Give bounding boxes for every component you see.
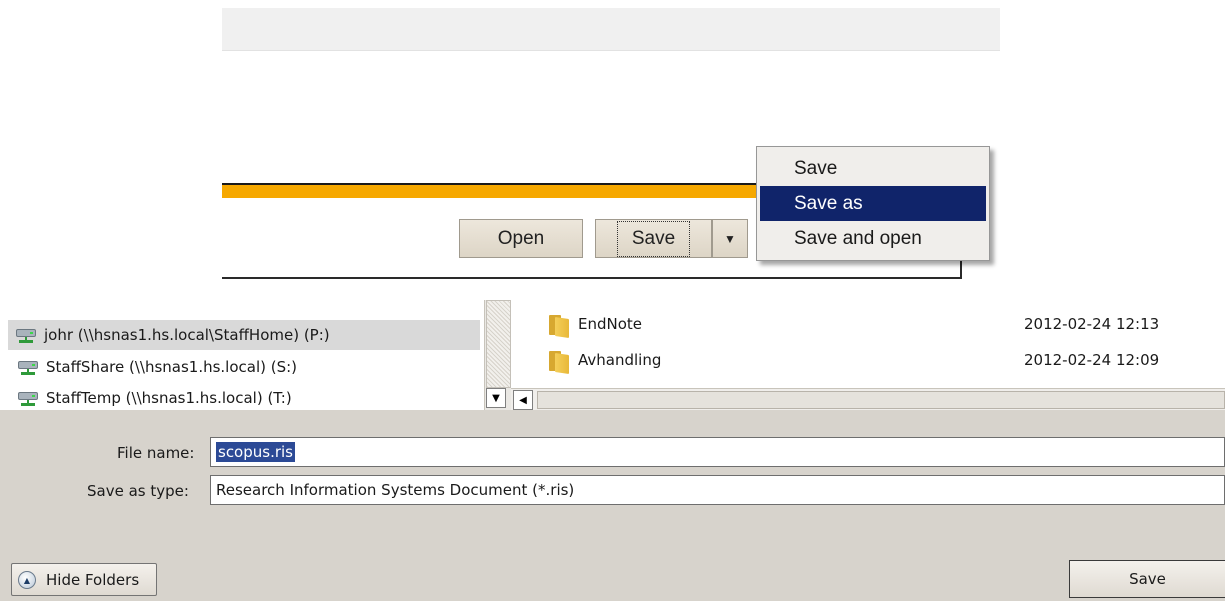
scroll-left-button[interactable]: ◀	[513, 390, 533, 410]
file-date: 2012-02-24 12:09	[1024, 351, 1160, 369]
open-button[interactable]: Open	[459, 219, 583, 258]
toolbar-strip	[222, 8, 1000, 51]
dialog-save-button[interactable]: Save	[1069, 560, 1225, 598]
menu-item-save[interactable]: Save	[760, 151, 986, 186]
nav-item-stafftemp-drive[interactable]: StaffTemp (\\hsnas1.hs.local) (T:)	[10, 383, 482, 410]
nav-item-label: StaffTemp (\\hsnas1.hs.local) (T:)	[46, 389, 292, 407]
arrow-left-icon: ◀	[519, 394, 527, 406]
panel-divider-vertical	[960, 258, 962, 279]
save-options-menu: Save Save as Save and open	[756, 146, 990, 261]
scrollbar-thumb[interactable]	[486, 300, 511, 388]
file-name: Avhandling	[578, 351, 662, 369]
file-name-value: scopus.ris	[216, 442, 295, 462]
nav-item-staffshare-drive[interactable]: StaffShare (\\hsnas1.hs.local) (S:)	[10, 352, 482, 382]
folder-icon	[547, 351, 569, 374]
chevron-down-icon: ▼	[724, 231, 736, 246]
menu-item-label: Save and open	[794, 227, 922, 249]
save-as-dialog: johr (\\hsnas1.hs.local\StaffHome) (P:) …	[0, 300, 1225, 601]
folder-icon	[547, 315, 569, 338]
navigation-pane: johr (\\hsnas1.hs.local\StaffHome) (P:) …	[0, 300, 484, 410]
menu-item-label: Save as	[794, 192, 863, 214]
dialog-save-label: Save	[1129, 570, 1166, 588]
nav-item-label: StaffShare (\\hsnas1.hs.local) (S:)	[46, 358, 298, 376]
file-name: EndNote	[578, 315, 643, 333]
open-button-label: Open	[497, 227, 545, 249]
horizontal-scrollbar[interactable]: ◀	[511, 388, 1225, 410]
file-date: 2012-02-24 12:13	[1024, 315, 1160, 333]
save-dropdown-button[interactable]: ▼	[712, 219, 748, 258]
dialog-form: File name: scopus.ris Save as type: Rese…	[0, 410, 1225, 601]
hide-folders-label: Hide Folders	[46, 570, 140, 589]
nav-item-label: johr (\\hsnas1.hs.local\StaffHome) (P:)	[44, 326, 330, 344]
file-name-input[interactable]: scopus.ris	[210, 437, 1225, 467]
nav-item-johr-drive[interactable]: johr (\\hsnas1.hs.local\StaffHome) (P:)	[8, 320, 480, 350]
hide-folders-button[interactable]: ▲ Hide Folders	[11, 563, 157, 596]
file-name-label: File name:	[117, 444, 195, 462]
save-as-type-label: Save as type:	[87, 482, 189, 500]
chevron-up-icon: ▲	[18, 571, 36, 589]
scrollbar-thumb[interactable]	[537, 391, 1225, 409]
save-button[interactable]: Save	[595, 219, 712, 258]
menu-item-save-and-open[interactable]: Save and open	[760, 221, 986, 256]
arrow-down-icon: ▼	[492, 392, 500, 404]
network-drive-icon	[18, 359, 38, 375]
save-as-type-select[interactable]: Research Information Systems Document (*…	[210, 475, 1225, 505]
menu-item-label: Save	[794, 157, 838, 179]
menu-item-save-as[interactable]: Save as	[760, 186, 986, 221]
network-drive-icon	[16, 327, 36, 343]
scroll-down-button[interactable]: ▼	[486, 388, 506, 408]
panel-divider	[222, 277, 962, 279]
save-as-type-value: Research Information Systems Document (*…	[216, 481, 575, 499]
download-progress-bar	[222, 185, 762, 198]
network-drive-icon	[18, 390, 38, 406]
save-button-label: Save	[616, 220, 691, 257]
